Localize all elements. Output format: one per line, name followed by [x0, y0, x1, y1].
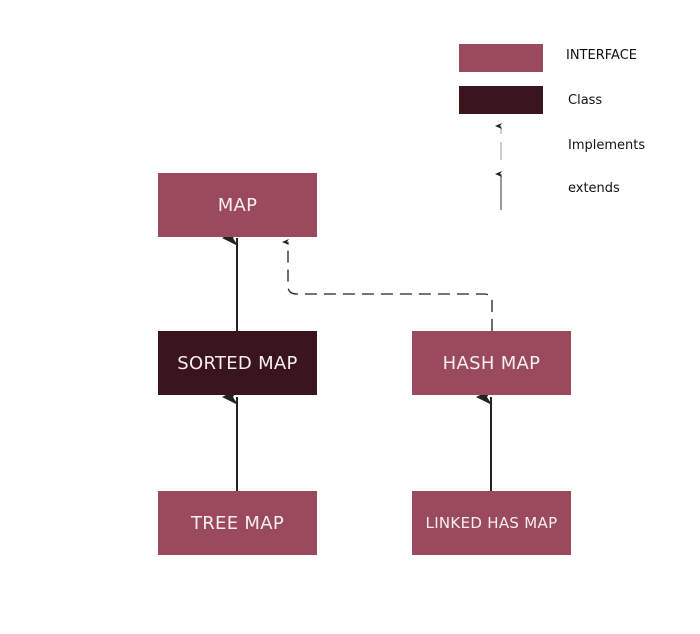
legend-extends-label: extends [568, 181, 620, 196]
node-map: MAP [158, 173, 317, 237]
node-tree-map: TREE MAP [158, 491, 317, 555]
legend-class-swatch [459, 86, 543, 114]
legend-interface-label: INTERFACE [566, 48, 637, 63]
legend-interface-swatch [459, 44, 543, 72]
node-hash-map: HASH MAP [412, 331, 571, 395]
implements-arrow-hashmap-to-map [282, 239, 493, 331]
node-sorted-map: SORTED MAP [158, 331, 317, 395]
node-linked-hash-map: LINKED HAS MAP [412, 491, 571, 555]
legend-implements-label: Implements [568, 138, 646, 153]
legend-class-label: Class [568, 93, 603, 108]
